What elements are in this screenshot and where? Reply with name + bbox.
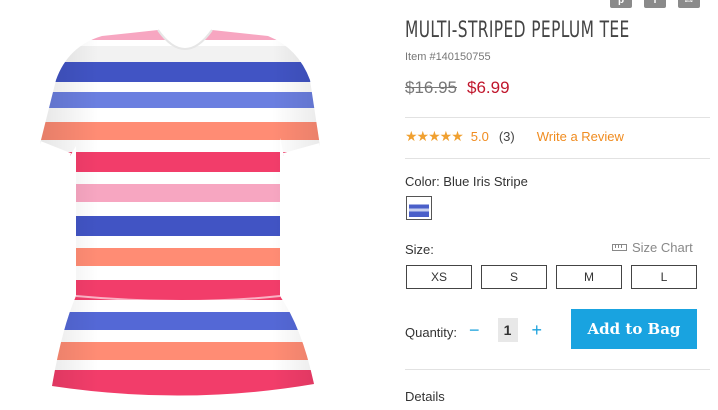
sale-price: $6.99 <box>467 78 510 97</box>
ruler-icon <box>612 244 627 251</box>
share-icons: p f ✉ <box>610 0 700 8</box>
size-button-s[interactable]: S <box>481 265 547 289</box>
facebook-icon[interactable]: f <box>644 0 666 8</box>
write-review-link[interactable]: Write a Review <box>537 129 624 144</box>
item-number: Item #140150755 <box>405 51 491 63</box>
color-swatch-blue-iris-stripe[interactable] <box>406 196 432 220</box>
quantity-increase-button[interactable]: + <box>532 320 543 341</box>
divider <box>405 158 710 159</box>
add-to-bag-button[interactable]: Add to Bag <box>571 309 697 349</box>
rating-value: 5.0 <box>470 129 489 144</box>
size-button-xs[interactable]: XS <box>406 265 472 289</box>
product-title: MULTI-STRIPED PEPLUM TEE <box>405 18 630 43</box>
quantity-decrease-button[interactable]: − <box>469 320 480 341</box>
size-chart-link[interactable]: Size Chart <box>612 240 693 255</box>
review-count[interactable]: (3) <box>499 129 515 144</box>
divider <box>405 369 710 370</box>
size-button-l[interactable]: L <box>631 265 697 289</box>
size-chart-label: Size Chart <box>632 240 693 255</box>
quantity-stepper: Quantity: − 1 + <box>405 310 542 342</box>
rating-row: ★★★★★ 5.0 (3) Write a Review <box>405 128 624 145</box>
star-rating-icon[interactable]: ★★★★★ <box>405 128 464 145</box>
quantity-input[interactable]: 1 <box>497 318 518 342</box>
email-icon[interactable]: ✉ <box>678 0 700 8</box>
product-image[interactable] <box>40 28 330 402</box>
quantity-label: Quantity: <box>405 324 458 340</box>
swatch-pattern <box>409 199 429 217</box>
color-label: Color: Blue Iris Stripe <box>405 174 528 189</box>
price-block: $16.95 $6.99 <box>405 78 510 98</box>
pinterest-icon[interactable]: p <box>610 0 632 8</box>
divider <box>405 117 710 118</box>
details-section-toggle[interactable]: Details <box>405 389 445 404</box>
size-options: XS S M L <box>406 265 697 289</box>
original-price: $16.95 <box>405 78 457 97</box>
size-button-m[interactable]: M <box>556 265 622 289</box>
size-label: Size: <box>405 242 434 257</box>
